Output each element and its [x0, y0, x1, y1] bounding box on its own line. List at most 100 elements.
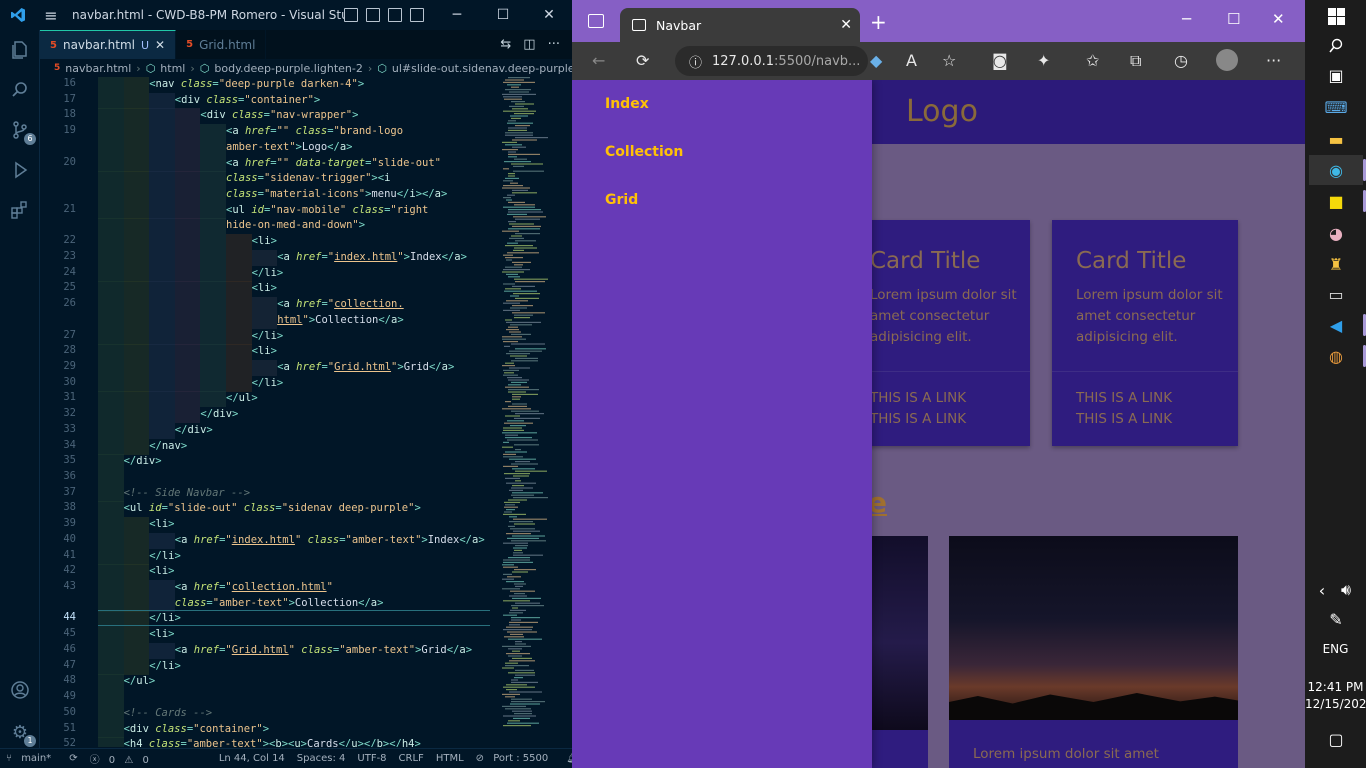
new-tab-button[interactable]: +: [870, 10, 887, 34]
history-icon[interactable]: ◷: [1174, 51, 1188, 70]
browser-maximize-button[interactable]: ☐: [1227, 10, 1240, 28]
browser-tab-navbar[interactable]: Navbar ✕: [620, 8, 860, 42]
sidenav-item-grid[interactable]: Grid: [605, 192, 638, 208]
card-text-line: Lorem ipsum dolor sit: [870, 287, 1017, 303]
app-bell-icon[interactable]: ♜: [1325, 253, 1347, 275]
cursor-position[interactable]: Ln 44, Col 14: [213, 753, 291, 764]
minimap-line: [512, 139, 537, 141]
volume-icon[interactable]: 🔊︎: [1335, 579, 1357, 601]
site-info-icon[interactable]: ⓘ: [689, 52, 702, 71]
more-actions-icon[interactable]: ···: [548, 37, 560, 52]
settings-more-icon[interactable]: ···: [1266, 51, 1281, 70]
refresh-icon[interactable]: ⟳: [636, 51, 649, 70]
minimap-line: [515, 674, 535, 676]
address-bar[interactable]: ⓘ 127.0.0.1:5500/navb...: [675, 46, 868, 76]
layout-controls: [344, 8, 434, 22]
branch-status[interactable]: ⑂ main*: [0, 753, 63, 764]
card-link[interactable]: THIS IS A LINK: [870, 411, 966, 427]
settings-gear-icon[interactable]: ⚙ 1: [8, 720, 36, 747]
vscode-taskbar-icon[interactable]: ◀: [1325, 314, 1347, 336]
toggle-secondary-sidebar-icon[interactable]: [388, 8, 402, 22]
profile-avatar[interactable]: [1216, 49, 1238, 71]
breadcrumb-item[interactable]: ul#slide-out.sidenav.deep-purple: [392, 62, 572, 75]
sync-icon[interactable]: ⟳: [63, 753, 83, 764]
edge-browser-icon[interactable]: ◉: [1325, 159, 1347, 181]
card-link[interactable]: THIS IS A LINK: [1076, 411, 1172, 427]
run-debug-icon[interactable]: [8, 158, 32, 182]
pen-icon[interactable]: ✎: [1325, 608, 1347, 630]
input-language[interactable]: ENG: [1305, 642, 1366, 656]
tab-grid-html[interactable]: 5 Grid.html: [176, 30, 267, 59]
breadcrumb-item[interactable]: navbar.html: [65, 62, 131, 75]
browser-toolbar: ← ⟳ ⓘ 127.0.0.1:5500/navb... ◆ A ☆ ◙ ✦ ✩…: [572, 42, 1305, 80]
code-editor[interactable]: <nav class="deep-purple darken-4"> <div c…: [98, 77, 490, 747]
back-arrow-icon[interactable]: ←: [592, 51, 605, 70]
indent-guide: [98, 313, 124, 329]
screenshot-camera-icon[interactable]: ◙: [992, 51, 1008, 70]
brand-logo[interactable]: Logo: [906, 94, 978, 129]
close-tab-icon[interactable]: ✕: [155, 38, 165, 52]
clock-date[interactable]: 12/15/2022: [1305, 697, 1366, 711]
notification-center-icon[interactable]: ▢: [1325, 728, 1347, 750]
extensions-icon[interactable]: [8, 198, 32, 222]
problems-status[interactable]: ⓧ 0 ⚠ 0: [84, 751, 161, 766]
accounts-icon[interactable]: [8, 678, 32, 702]
minimap-line: [505, 132, 533, 134]
browser-close-button[interactable]: ✕: [1272, 10, 1285, 28]
minimap-line: [515, 480, 521, 482]
breadcrumb-item[interactable]: html: [160, 62, 185, 75]
toggle-panel-icon[interactable]: [366, 8, 380, 22]
customize-layout-icon[interactable]: [410, 8, 424, 22]
editor-scrollbar[interactable]: [562, 77, 572, 747]
line-ending[interactable]: CRLF: [393, 753, 430, 764]
paint-icon[interactable]: ◍: [1325, 345, 1347, 367]
minimap-line: [507, 122, 533, 124]
card-link[interactable]: THIS IS A LINK: [1076, 390, 1172, 406]
source-control-icon[interactable]: 6: [8, 118, 36, 145]
language-mode[interactable]: HTML: [430, 753, 470, 764]
open-changes-icon[interactable]: ⇆: [500, 37, 511, 52]
read-aloud-icon[interactable]: A: [906, 51, 917, 70]
split-editor-icon[interactable]: ◫: [523, 37, 535, 52]
clock-time[interactable]: 12:41 PM: [1305, 680, 1366, 694]
search-icon[interactable]: [8, 78, 32, 102]
close-tab-icon[interactable]: ✕: [840, 17, 852, 33]
card-text-line: Lorem ipsum dolor sit: [1076, 287, 1223, 303]
add-favorite-icon[interactable]: ☆: [942, 51, 956, 70]
notifications-bell-icon[interactable]: 🔔︎: [560, 753, 572, 764]
line-number: 25: [63, 281, 76, 293]
search-icon[interactable]: [1325, 35, 1347, 57]
task-view-icon[interactable]: ▣: [1325, 64, 1347, 86]
live-server-port[interactable]: ⊘ Port : 5500: [470, 753, 561, 764]
tab-navbar-html[interactable]: 5 navbar.html U ✕: [40, 30, 177, 59]
start-windows-icon[interactable]: [1325, 5, 1347, 27]
extensions-puzzle-icon[interactable]: ✦: [1037, 51, 1050, 70]
minimap-line: [515, 218, 540, 220]
sticky-notes-icon[interactable]: ■: [1325, 190, 1347, 212]
keyboard-app-icon[interactable]: ⌨: [1324, 96, 1347, 118]
favorites-icon[interactable]: ✩: [1086, 51, 1099, 70]
app-icon[interactable]: ◕: [1325, 222, 1347, 244]
minimize-button[interactable]: ─: [434, 7, 480, 23]
card-link[interactable]: THIS IS A LINK: [870, 390, 966, 406]
maximize-button[interactable]: ☐: [480, 7, 526, 23]
explorer-icon[interactable]: [8, 38, 32, 62]
indentation[interactable]: Spaces: 4: [291, 753, 352, 764]
remote-desktop-icon[interactable]: ▭: [1325, 283, 1347, 305]
encoding[interactable]: UTF-8: [351, 753, 392, 764]
minimap-line: [503, 456, 523, 458]
close-button[interactable]: ✕: [526, 7, 572, 23]
menu-hamburger-icon[interactable]: ≡: [36, 0, 66, 30]
collections-icon[interactable]: ⧉: [1130, 51, 1141, 71]
coupon-tag-icon[interactable]: ◆: [870, 51, 882, 70]
file-explorer-icon[interactable]: ▬: [1325, 128, 1347, 150]
tab-actions-icon[interactable]: [588, 14, 604, 28]
chevron-up-icon[interactable]: ‹: [1311, 579, 1333, 601]
sidenav-item-index[interactable]: Index: [605, 96, 649, 112]
browser-minimize-button[interactable]: ─: [1182, 10, 1191, 28]
minimap[interactable]: [500, 77, 560, 747]
breadcrumb-item[interactable]: body.deep-purple.lighten-2: [214, 62, 362, 75]
minimap-line: [510, 115, 528, 117]
sidenav-item-collection[interactable]: Collection: [605, 144, 683, 160]
toggle-sidebar-icon[interactable]: [344, 8, 358, 22]
